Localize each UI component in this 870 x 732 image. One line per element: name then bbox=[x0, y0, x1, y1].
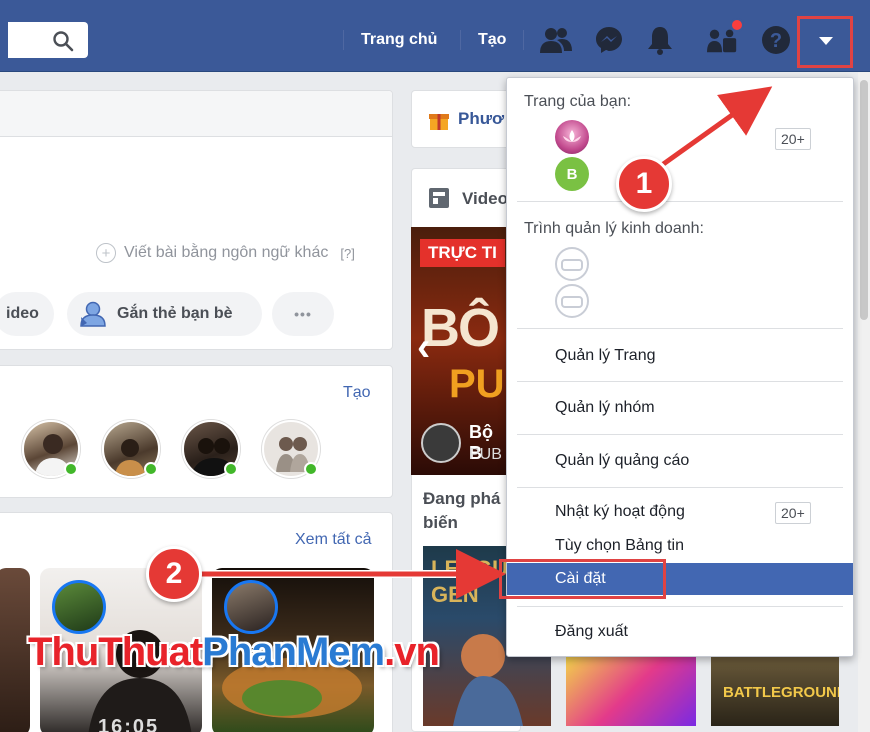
watermark-part-2: PhanMem bbox=[202, 630, 385, 674]
step-1-marker: 1 bbox=[616, 156, 672, 212]
step-2-label: 2 bbox=[165, 557, 183, 590]
arrow-to-caret bbox=[653, 86, 773, 173]
step-1-label: 1 bbox=[635, 167, 653, 200]
site-watermark: ThuThuatPhanMem.vn bbox=[28, 630, 440, 675]
watermark-part-1: ThuThuat bbox=[28, 630, 203, 674]
watermark-part-3: .vn bbox=[384, 630, 440, 674]
annotation-arrows bbox=[186, 86, 773, 599]
step-2-marker: 2 bbox=[146, 546, 202, 602]
